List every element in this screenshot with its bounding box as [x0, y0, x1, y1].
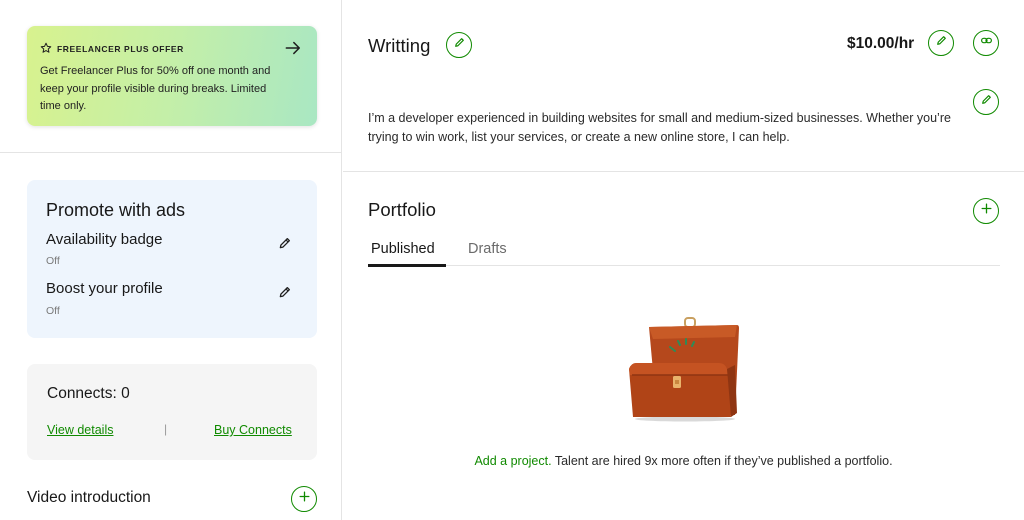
profile-overview: I’m a developer experienced in building … — [368, 111, 951, 144]
boost-profile-status: Off — [46, 305, 60, 317]
add-project-link[interactable]: Add a project. — [474, 454, 551, 468]
main-content: Writting $10.00/hr I’m a developer exper… — [343, 0, 1024, 520]
offer-description: Get Freelancer Plus for 50% off one mont… — [40, 65, 271, 112]
availability-badge-status: Off — [46, 255, 60, 267]
promote-with-ads-title: Promote with ads — [46, 200, 186, 220]
empty-portfolio-message: Add a project. Talent are hired 9x more … — [343, 454, 1024, 468]
profile-title: Writting — [368, 35, 431, 56]
portfolio-tabs: Published Drafts — [368, 232, 1000, 267]
link-icon — [980, 34, 993, 52]
boost-profile-label: Boost your profile — [46, 280, 163, 297]
left-sidebar: FREELANCER PLUS OFFER Get Freelancer Plu… — [0, 0, 342, 520]
hourly-rate: $10.00/hr — [847, 35, 915, 52]
connects-balance: Connects: 0 — [47, 385, 130, 402]
add-portfolio-button[interactable] — [973, 198, 999, 224]
video-introduction-title: Video introduction — [27, 489, 151, 506]
section-divider — [343, 171, 1024, 172]
add-video-button[interactable] — [291, 486, 317, 512]
freelancer-plus-offer-card[interactable]: FREELANCER PLUS OFFER Get Freelancer Plu… — [27, 26, 317, 126]
tab-drafts[interactable]: Drafts — [468, 241, 507, 257]
section-divider — [0, 152, 342, 153]
plus-icon — [980, 202, 993, 220]
pencil-icon — [453, 36, 466, 54]
active-tab-indicator — [368, 264, 446, 267]
star-icon — [40, 42, 52, 56]
briefcase-illustration-icon — [623, 315, 743, 423]
tab-published[interactable]: Published — [371, 241, 435, 257]
edit-title-button[interactable] — [446, 32, 472, 58]
edit-availability-badge-pencil-icon[interactable] — [278, 236, 292, 250]
edit-rate-button[interactable] — [928, 30, 954, 56]
copy-profile-link-button[interactable] — [973, 30, 999, 56]
offer-tag: FREELANCER PLUS OFFER — [40, 42, 184, 56]
pencil-icon — [980, 93, 993, 111]
arrow-right-icon[interactable] — [283, 38, 303, 58]
empty-portfolio-text: Talent are hired 9x more often if they’v… — [551, 454, 893, 468]
edit-boost-profile-pencil-icon[interactable] — [278, 285, 292, 299]
link-separator: | — [164, 422, 168, 436]
connects-card: Connects: 0 View details | Buy Connects — [27, 364, 317, 460]
plus-icon — [298, 490, 311, 508]
promote-with-ads-card: Promote with ads Availability badge Off … — [27, 180, 317, 338]
pencil-icon — [935, 34, 948, 52]
availability-badge-label: Availability badge — [46, 231, 163, 248]
portfolio-title: Portfolio — [368, 199, 436, 220]
offer-tag-label: FREELANCER PLUS OFFER — [57, 44, 184, 54]
buy-connects-link[interactable]: Buy Connects — [214, 423, 292, 437]
view-details-link[interactable]: View details — [47, 423, 113, 437]
